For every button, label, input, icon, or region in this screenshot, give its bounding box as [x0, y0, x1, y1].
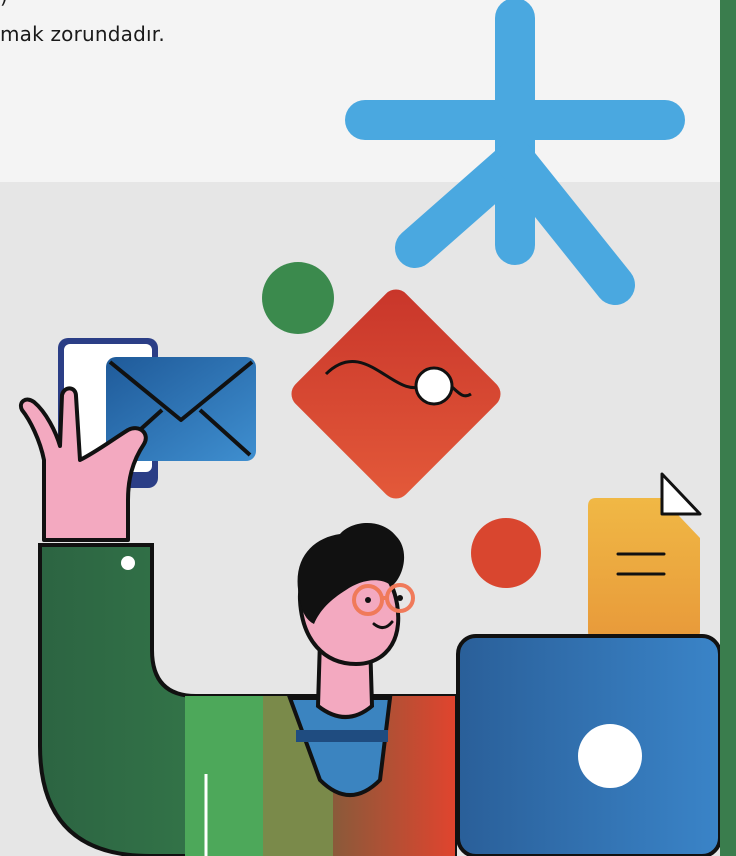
laptop-icon [456, 634, 720, 856]
green-dot [262, 262, 334, 334]
red-dot [471, 518, 541, 588]
document-icon [588, 472, 702, 638]
illustration [19, 0, 720, 856]
head [297, 523, 415, 667]
green-edge-bar [720, 0, 736, 856]
asterisk-icon [345, 0, 685, 305]
